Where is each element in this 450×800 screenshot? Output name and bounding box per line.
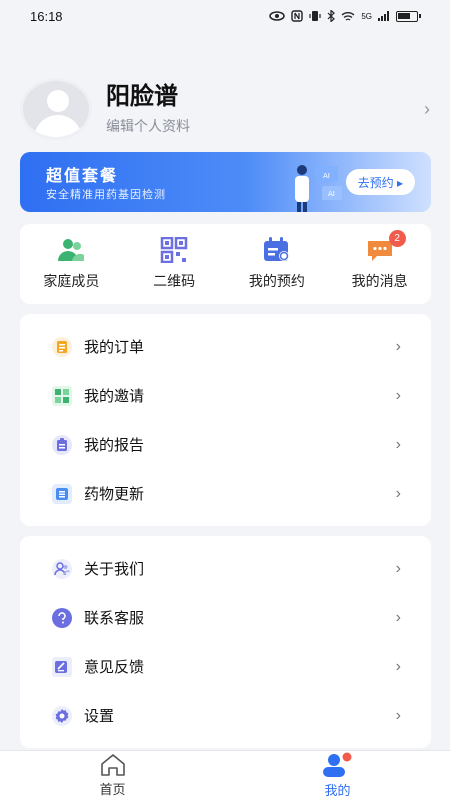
- eye-icon: [269, 11, 286, 21]
- network-type: 5G: [361, 11, 372, 21]
- menu-item-my-orders[interactable]: 我的订单 ›: [20, 322, 431, 371]
- quick-my-messages[interactable]: 2 我的消息: [328, 224, 431, 304]
- edit-profile-link[interactable]: 编辑个人资料: [106, 116, 424, 136]
- menu-item-my-invites[interactable]: 我的邀请 ›: [20, 371, 431, 420]
- battery-icon: [396, 10, 421, 22]
- profile-header[interactable]: 阳脸谱 编辑个人资料 ›: [20, 78, 430, 140]
- bluetooth-icon: [327, 10, 336, 22]
- status-time: 16:18: [30, 8, 63, 24]
- svg-text:AI: AI: [323, 172, 330, 180]
- invite-icon: [52, 385, 72, 406]
- tab-home[interactable]: 首页: [0, 751, 225, 800]
- doctor-illustration-icon: AI AI: [295, 165, 342, 212]
- banner-subtitle: 安全精准用药基因检测: [46, 189, 166, 201]
- nfc-icon: [291, 10, 304, 22]
- vibrate-icon: [309, 11, 321, 21]
- order-icon: [52, 336, 72, 357]
- unread-badge: 2: [388, 230, 406, 247]
- customer-service-icon: [52, 607, 72, 628]
- chevron-right-icon: ›: [395, 559, 401, 577]
- quick-actions-card: 家庭成员 二维码 我的预约 2 我的消息: [20, 224, 431, 304]
- quick-my-appointments[interactable]: 我的预约: [226, 224, 329, 304]
- avatar[interactable]: [20, 78, 92, 140]
- chevron-right-icon: ›: [395, 608, 401, 626]
- qr-code-icon: [160, 237, 188, 263]
- menu-label: 联系客服: [84, 610, 145, 627]
- quick-label: 家庭成员: [43, 273, 100, 289]
- banner-title: 超值套餐: [46, 168, 119, 185]
- menu-item-settings[interactable]: 设置 ›: [20, 691, 431, 740]
- family-members-icon: [58, 239, 85, 261]
- wifi-icon: [341, 11, 355, 21]
- chevron-right-icon: ›: [395, 657, 401, 675]
- status-icons: 5G: [269, 10, 421, 22]
- menu-label: 意见反馈: [84, 659, 145, 676]
- chevron-right-icon: ›: [395, 484, 401, 502]
- quick-family-members[interactable]: 家庭成员: [20, 224, 123, 304]
- menu-group-orders: 我的订单 › 我的邀请 › 我的报告 › 药物更新 ›: [20, 314, 431, 526]
- home-icon: [100, 754, 125, 776]
- chevron-right-icon: ›: [395, 706, 401, 724]
- chevron-right-icon: ›: [424, 98, 430, 119]
- tab-mine[interactable]: 我的: [225, 751, 450, 800]
- message-icon-wrap: 2: [366, 230, 406, 263]
- tab-label: 首页: [99, 782, 126, 797]
- drug-update-icon: [52, 483, 72, 504]
- quick-qr-code[interactable]: 二维码: [123, 224, 226, 304]
- chevron-right-icon: ›: [395, 337, 401, 355]
- menu-label: 关于我们: [84, 561, 145, 578]
- book-now-button[interactable]: 去预约 ▸: [345, 169, 415, 195]
- calendar-icon: [263, 237, 289, 261]
- about-icon: [52, 558, 72, 579]
- profile-name: 阳脸谱: [106, 83, 178, 110]
- menu-item-about-us[interactable]: 关于我们 ›: [20, 544, 431, 593]
- menu-label: 药物更新: [84, 486, 145, 503]
- menu-item-feedback[interactable]: 意见反馈 ›: [20, 642, 431, 691]
- chevron-right-icon: ›: [395, 435, 401, 453]
- settings-icon: [52, 705, 72, 726]
- chevron-right-icon: ›: [395, 386, 401, 404]
- signal-icon: [378, 11, 389, 21]
- menu-label: 我的订单: [84, 339, 145, 356]
- menu-label: 我的报告: [84, 437, 145, 454]
- promo-banner[interactable]: 超值套餐 安全精准用药基因检测 AI AI 去预约 ▸: [20, 152, 431, 212]
- menu-group-support: 关于我们 › 联系客服 › 意见反馈 › 设置 ›: [20, 536, 431, 748]
- menu-item-customer-service[interactable]: 联系客服 ›: [20, 593, 431, 642]
- menu-label: 我的邀请: [84, 388, 145, 405]
- quick-label: 我的预约: [248, 273, 305, 289]
- svg-text:AI: AI: [328, 190, 335, 198]
- menu-item-my-reports[interactable]: 我的报告 ›: [20, 420, 431, 469]
- status-bar: 16:18 5G: [0, 0, 450, 32]
- bottom-tab-bar: 首页 我的: [0, 750, 450, 800]
- user-profile-icon: [322, 752, 351, 777]
- quick-label: 我的消息: [351, 273, 408, 289]
- menu-label: 设置: [84, 708, 115, 725]
- feedback-icon: [52, 656, 72, 677]
- menu-item-drug-updates[interactable]: 药物更新 ›: [20, 469, 431, 518]
- tab-label: 我的: [324, 783, 351, 798]
- quick-label: 二维码: [153, 273, 196, 289]
- report-icon: [52, 434, 72, 455]
